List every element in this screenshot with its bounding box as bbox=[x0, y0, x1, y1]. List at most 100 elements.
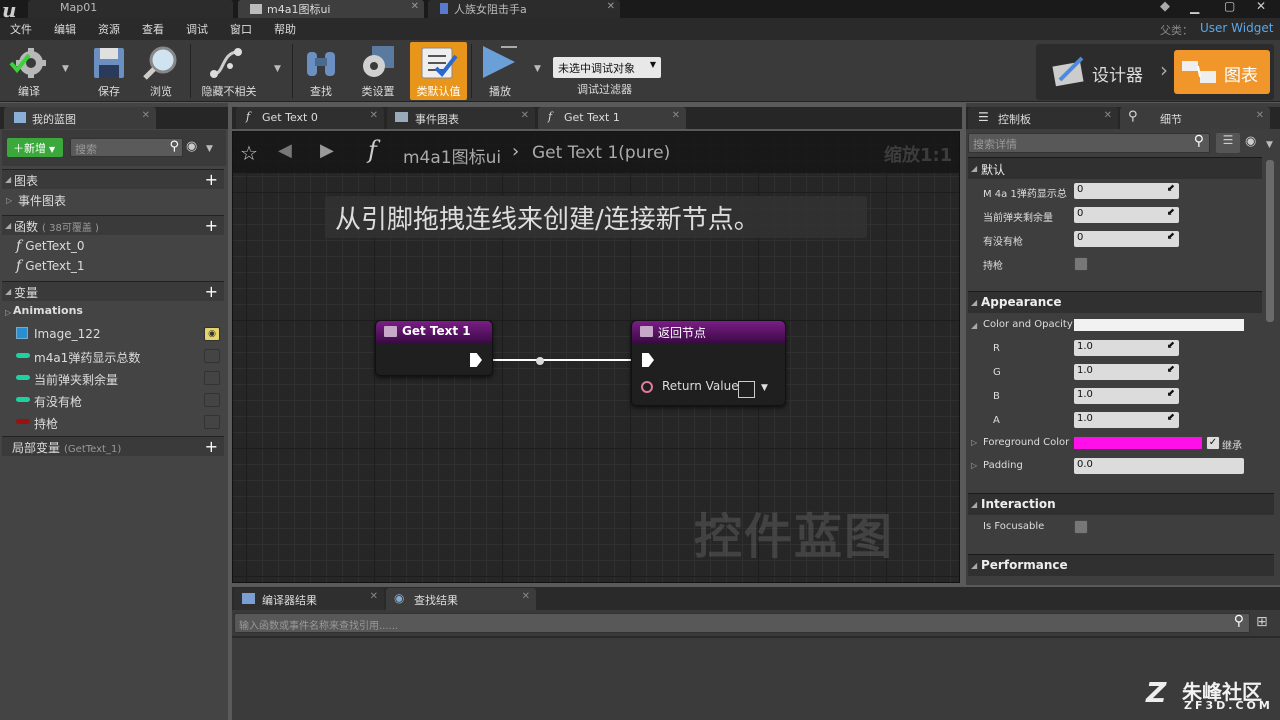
float-field[interactable]: 1.0 ⬋ bbox=[1074, 412, 1179, 428]
visibility-eye-icon[interactable] bbox=[204, 371, 220, 385]
section-performance[interactable]: ◢ Performance bbox=[968, 554, 1274, 576]
pin-icon[interactable]: ◆ bbox=[1160, 0, 1170, 14]
visibility-eye-icon[interactable] bbox=[204, 349, 220, 363]
menu-edit[interactable]: 编辑 bbox=[54, 21, 76, 37]
list-item-function[interactable]: f GetText_0 bbox=[2, 238, 224, 258]
hide-dropdown-icon[interactable]: ▼ bbox=[274, 64, 281, 74]
visibility-eye-icon[interactable]: ◉ bbox=[204, 327, 220, 341]
close-icon[interactable]: ✕ bbox=[370, 110, 378, 121]
tab-details[interactable]: ⚲ 细节 ✕ bbox=[1120, 107, 1270, 129]
find-button[interactable]: 查找 bbox=[296, 42, 346, 100]
variable-row[interactable]: 有没有枪 bbox=[2, 390, 224, 410]
foreground-color-swatch[interactable] bbox=[1074, 437, 1202, 449]
view-options-dropdown-icon[interactable]: ▼ bbox=[1266, 140, 1273, 150]
int-field[interactable]: 0 ⬋ bbox=[1074, 183, 1179, 199]
play-button[interactable]: 播放 bbox=[475, 42, 525, 100]
list-item-animations[interactable]: ▷ Animations bbox=[2, 304, 224, 324]
visibility-eye-icon[interactable] bbox=[204, 393, 220, 407]
close-icon[interactable]: ✕ bbox=[522, 591, 530, 602]
asset-tab-sniper[interactable]: 人族女阻击手a ✕ bbox=[428, 0, 620, 18]
int-field[interactable]: 0 ⬋ bbox=[1074, 207, 1179, 223]
return-value-pin[interactable] bbox=[641, 381, 653, 393]
tab-my-blueprint[interactable]: 我的蓝图 ✕ bbox=[4, 107, 156, 129]
breadcrumb-root[interactable]: m4a1图标ui bbox=[403, 143, 501, 168]
close-icon[interactable]: ✕ bbox=[607, 1, 615, 12]
exec-input-pin[interactable] bbox=[642, 353, 654, 367]
eye-icon[interactable]: ◉ bbox=[1245, 134, 1256, 149]
property-matrix-icon[interactable]: ☰ bbox=[1216, 133, 1240, 153]
color-swatch[interactable] bbox=[1074, 319, 1244, 331]
find-references-input[interactable]: 输入函数或事件名称来查找引用...... ⚲ bbox=[234, 613, 1250, 633]
details-search-input[interactable]: 搜索详情 ⚲ bbox=[968, 133, 1210, 153]
padding-field[interactable]: 0.0 bbox=[1074, 458, 1244, 474]
return-value-box[interactable] bbox=[738, 381, 755, 398]
graph-mode-button[interactable]: 图表 bbox=[1174, 50, 1270, 94]
tab-palette[interactable]: ☰ 控制板 ✕ bbox=[968, 107, 1118, 129]
exec-output-pin[interactable] bbox=[470, 353, 482, 367]
section-appearance[interactable]: ◢ Appearance bbox=[968, 291, 1262, 313]
variable-row[interactable]: 当前弹夹剩余量 bbox=[2, 368, 224, 388]
category-graphs[interactable]: ◢ 图表 + bbox=[2, 169, 224, 189]
add-graph-icon[interactable]: + bbox=[205, 170, 218, 189]
node-header[interactable]: Get Text 1 bbox=[376, 321, 492, 343]
close-icon[interactable]: ✕ bbox=[1104, 110, 1112, 121]
collapse-icon[interactable]: ◢ bbox=[971, 321, 977, 330]
add-variable-icon[interactable]: + bbox=[205, 282, 218, 301]
tab-find-results[interactable]: ◉ 查找结果 ✕ bbox=[386, 588, 536, 610]
float-field[interactable]: 1.0 ⬋ bbox=[1074, 388, 1179, 404]
eye-icon[interactable]: ◉ bbox=[186, 139, 197, 154]
variable-row[interactable]: m4a1弹药显示总数 bbox=[2, 346, 224, 366]
tab-event-graph[interactable]: 事件图表 ✕ bbox=[387, 107, 535, 129]
close-icon[interactable]: ✕ bbox=[1256, 110, 1264, 121]
chevron-down-icon[interactable]: ▼ bbox=[761, 383, 768, 393]
class-defaults-button[interactable]: 类默认值 bbox=[410, 42, 467, 100]
close-icon[interactable]: ✕ bbox=[521, 110, 529, 121]
category-local-variables[interactable]: 局部变量 (GetText_1) + bbox=[2, 436, 224, 456]
list-item-event-graph[interactable]: ▷ 事件图表 bbox=[2, 192, 224, 212]
blueprint-search-input[interactable]: 搜索 ⚲ bbox=[70, 138, 183, 157]
close-icon[interactable]: ✕ bbox=[142, 110, 150, 121]
int-field[interactable]: 0 ⬋ bbox=[1074, 231, 1179, 247]
wire-knot[interactable] bbox=[536, 357, 544, 365]
has-gun-checkbox[interactable] bbox=[1074, 257, 1088, 271]
browse-button[interactable]: 浏览 bbox=[136, 42, 186, 100]
maximize-icon[interactable]: ▢ bbox=[1224, 0, 1235, 13]
close-window-icon[interactable]: ✕ bbox=[1256, 0, 1266, 13]
expand-icon[interactable]: ▷ bbox=[971, 438, 977, 447]
node-header[interactable]: 返回节点 bbox=[632, 321, 785, 343]
function-entry-node[interactable]: Get Text 1 bbox=[375, 320, 493, 376]
variable-row[interactable]: Image_122 ◉ bbox=[2, 324, 224, 344]
hide-unrelated-button[interactable]: 隐藏不相关 bbox=[196, 42, 262, 100]
compile-dropdown-icon[interactable]: ▼ bbox=[62, 64, 69, 74]
parent-class-link[interactable]: User Widget bbox=[1200, 21, 1273, 35]
view-options-dropdown-icon[interactable]: ▼ bbox=[206, 144, 213, 154]
section-interaction[interactable]: ◢ Interaction bbox=[968, 493, 1274, 515]
forward-arrow-icon[interactable]: ▶ bbox=[320, 140, 334, 161]
asset-tab-map01[interactable]: Map01 bbox=[28, 0, 233, 18]
section-default[interactable]: ◢ 默认 bbox=[968, 157, 1262, 179]
return-node[interactable]: 返回节点 Return Value ▼ bbox=[631, 320, 786, 406]
inherit-checkbox[interactable]: ✓ bbox=[1206, 436, 1220, 450]
add-local-variable-icon[interactable]: + bbox=[205, 437, 218, 456]
menu-file[interactable]: 文件 bbox=[10, 21, 32, 37]
play-dropdown-icon[interactable]: ▼ bbox=[534, 64, 541, 74]
close-icon[interactable]: ✕ bbox=[672, 110, 680, 121]
menu-debug[interactable]: 调试 bbox=[186, 21, 208, 37]
add-new-button[interactable]: ＋新增 ▼ bbox=[7, 138, 63, 157]
compile-button[interactable]: 编译 bbox=[4, 42, 54, 100]
tab-get-text-1[interactable]: f Get Text 1 ✕ bbox=[538, 107, 686, 129]
back-arrow-icon[interactable]: ◀ bbox=[278, 140, 292, 161]
add-function-icon[interactable]: + bbox=[205, 216, 218, 235]
close-icon[interactable]: ✕ bbox=[411, 1, 419, 12]
menu-assets[interactable]: 资源 bbox=[98, 21, 120, 37]
asset-tab-m4a1[interactable]: m4a1图标ui ✕ bbox=[238, 0, 424, 18]
tab-compiler-results[interactable]: 编译器结果 ✕ bbox=[234, 588, 384, 610]
save-button[interactable]: 保存 bbox=[84, 42, 134, 100]
category-variables[interactable]: ◢ 变量 + bbox=[2, 281, 224, 301]
exec-wire[interactable] bbox=[480, 350, 640, 370]
find-in-all-blueprints-icon[interactable]: ⊞ bbox=[1256, 614, 1268, 630]
float-field[interactable]: 1.0 ⬋ bbox=[1074, 364, 1179, 380]
float-field[interactable]: 1.0 ⬋ bbox=[1074, 340, 1179, 356]
menu-window[interactable]: 窗口 bbox=[230, 21, 252, 37]
minimize-icon[interactable]: ▁ bbox=[1190, 0, 1199, 14]
